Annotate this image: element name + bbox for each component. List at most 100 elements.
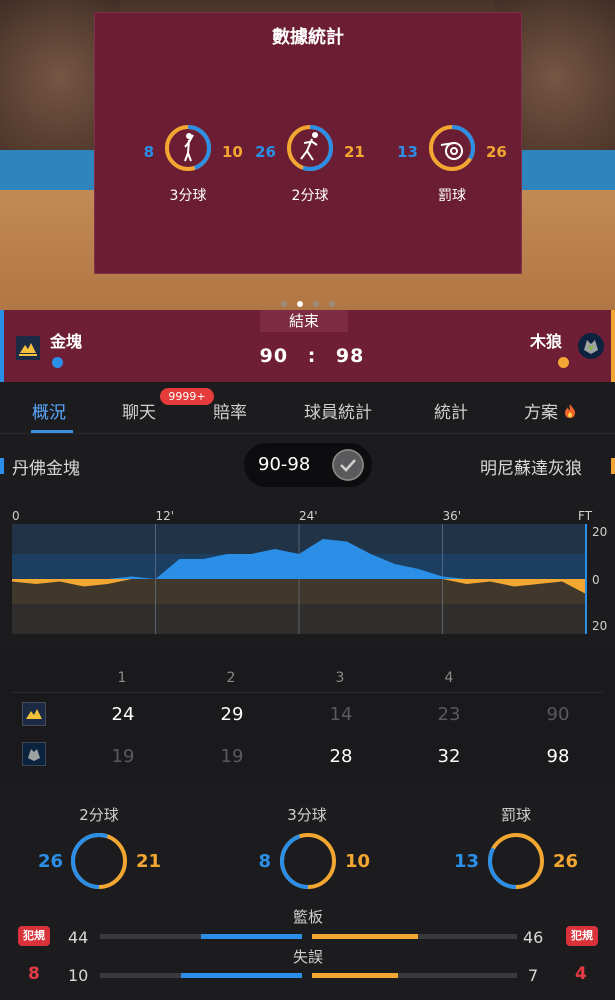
- carousel-dot-4[interactable]: [328, 301, 335, 307]
- ring-2pt-home: 26: [37, 851, 63, 872]
- away-q1: 19: [111, 746, 135, 767]
- y-tick-label: 20: [592, 525, 607, 539]
- home-team-dot: [52, 357, 63, 368]
- home-total: 90: [546, 704, 570, 725]
- game-status: 結束: [260, 310, 348, 332]
- fouls-home: 8: [28, 964, 40, 984]
- tab-stats[interactable]: 統計: [434, 398, 468, 423]
- quarter-header-2: 2: [226, 670, 236, 686]
- stat-ft-label: 罰球: [438, 188, 466, 204]
- tab-overview[interactable]: 概況: [32, 398, 66, 423]
- tab-bar: 概況 聊天 賠率 球員統計 統計 方案: [0, 382, 615, 434]
- rebounds-fill-home: [201, 934, 302, 939]
- x-tick-label: FT: [578, 509, 593, 523]
- rebounds-fill-away: [312, 934, 418, 939]
- away-q2: 19: [220, 746, 244, 767]
- tab-plans[interactable]: 方案: [524, 398, 577, 423]
- away-full-name: 明尼蘇達灰狼: [480, 459, 582, 479]
- x-tick-label: 24': [299, 509, 318, 523]
- foul-tag-home: 犯規: [18, 926, 50, 946]
- stat-3pt-ring: [165, 125, 211, 171]
- away-q3: 28: [329, 746, 353, 767]
- chat-badge: 9999+: [160, 388, 214, 405]
- rebounds-label: 籃板: [292, 908, 323, 926]
- home-color-marker: [0, 458, 4, 474]
- home-q1: 24: [111, 704, 135, 725]
- tab-odds[interactable]: 賠率: [213, 398, 247, 423]
- fire-icon: [565, 404, 576, 418]
- stat-2pt-away: 21: [344, 143, 365, 161]
- away-total: 98: [546, 746, 570, 767]
- score-bar: 結束 金塊 90 : 98 木狼: [0, 310, 615, 382]
- layup-icon: [300, 132, 318, 161]
- ring-2pt-title: 2分球: [79, 806, 119, 824]
- rebounds-home: 44: [68, 928, 89, 947]
- check-icon[interactable]: [332, 449, 364, 481]
- timberwolves-logo-small: [22, 742, 46, 766]
- away-color-marker: [611, 458, 615, 474]
- foul-tag-away: 犯規: [566, 926, 598, 946]
- away-score: 98: [335, 345, 365, 367]
- game-score: 90 : 98: [252, 345, 372, 367]
- carousel-dot-1[interactable]: [280, 301, 287, 307]
- fouls-away: 4: [575, 964, 587, 984]
- stat-2pt-label: 2分球: [291, 188, 329, 204]
- home-q4: 23: [437, 704, 461, 725]
- score-separator: :: [307, 345, 317, 367]
- ring-3pt-home: 8: [258, 851, 271, 872]
- score-flow-chart: 0 12' 24' 36' FT 20 0 20: [0, 500, 615, 648]
- home-full-name: 丹佛金塊: [12, 459, 80, 479]
- ring-ft-home: 13: [453, 851, 479, 872]
- matchup-score-pill[interactable]: 90-98: [244, 443, 372, 487]
- quarter-header-1: 1: [117, 670, 127, 686]
- stats-card[interactable]: 數據統計 8 10 3分球 26 21 2分球 13 26 罰球: [94, 12, 522, 274]
- tab-chat[interactable]: 聊天: [122, 398, 156, 423]
- stat-2pt: 26 21 2分球: [240, 123, 380, 223]
- home-q3: 14: [329, 704, 353, 725]
- quarter-header-4: 4: [444, 670, 454, 686]
- x-tick-label: 12': [156, 509, 175, 523]
- nuggets-logo-small: [22, 702, 46, 726]
- ring-3pt-donut: [280, 833, 336, 889]
- y-tick-label: 0: [592, 573, 600, 587]
- whistle-icon: [440, 142, 463, 160]
- rebounds-away: 46: [523, 928, 544, 947]
- home-q2: 29: [220, 704, 244, 725]
- ring-ft-away: 26: [553, 851, 579, 872]
- stat-3pt-label: 3分球: [169, 188, 207, 204]
- timberwolves-logo: [578, 333, 604, 359]
- turnovers-away: 7: [528, 966, 539, 985]
- y-tick-label: 20: [592, 619, 607, 633]
- quarter-header-3: 3: [335, 670, 345, 686]
- away-team-name: 木狼: [530, 332, 563, 351]
- matchup-row: 丹佛金塊 90-98 明尼蘇達灰狼: [0, 434, 615, 500]
- turnovers-fill-away: [312, 973, 398, 978]
- away-team-dot: [558, 357, 569, 368]
- hero-banner: 數據統計 8 10 3分球 26 21 2分球 13 26 罰球: [0, 0, 615, 310]
- stat-2pt-ring: [287, 125, 333, 171]
- tab-player-stats[interactable]: 球員統計: [304, 398, 372, 423]
- turnovers-home: 10: [68, 966, 89, 985]
- carousel-dots[interactable]: [0, 292, 615, 310]
- turnovers-fill-home: [181, 973, 302, 978]
- home-team-name: 金塊: [50, 332, 83, 351]
- carousel-dot-2[interactable]: [296, 301, 303, 307]
- shooter-icon: [184, 133, 194, 162]
- team-stats-section: 2分球 26 21 3分球 8 10 罰球 13 26 犯規 籃板 44 46 …: [0, 792, 615, 1000]
- nuggets-logo: [16, 336, 40, 360]
- stat-ft: 13 26 罰球: [382, 123, 522, 223]
- stat-2pt-home: 26: [255, 143, 276, 161]
- table-divider: [12, 692, 603, 693]
- away-q4: 32: [437, 746, 461, 767]
- stat-3pt: 8 10 3分球: [118, 123, 258, 223]
- home-score: 90: [259, 345, 289, 367]
- tab-plans-label: 方案: [524, 403, 558, 423]
- ring-ft-title: 罰球: [500, 806, 531, 824]
- stat-ft-away: 26: [486, 143, 507, 161]
- ring-3pt-title: 3分球: [287, 806, 327, 824]
- stat-ft-home: 13: [397, 143, 418, 161]
- x-tick-label: 0: [12, 509, 20, 523]
- stat-ft-ring: [429, 125, 475, 171]
- ring-3pt-away: 10: [345, 851, 371, 872]
- carousel-dot-3[interactable]: [312, 301, 319, 307]
